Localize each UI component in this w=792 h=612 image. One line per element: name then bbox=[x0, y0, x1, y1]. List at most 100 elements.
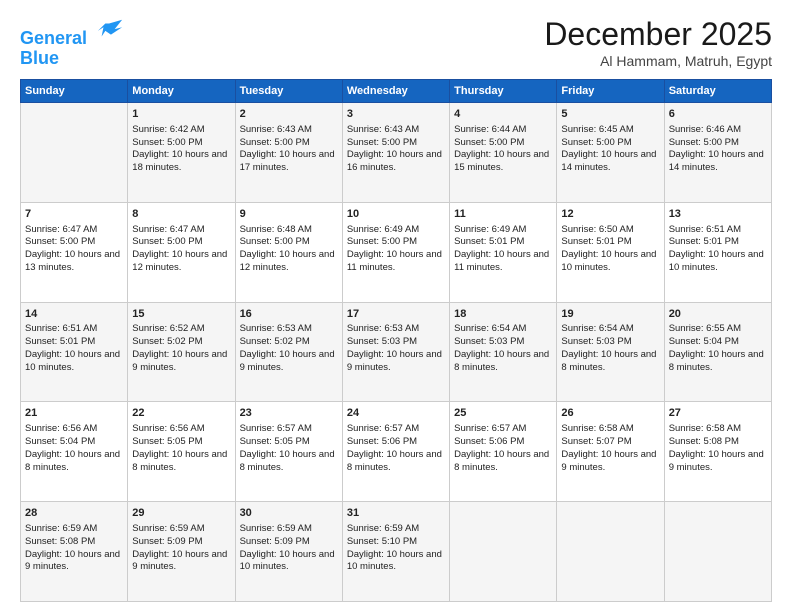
col-header-tuesday: Tuesday bbox=[235, 80, 342, 103]
day-number: 24 bbox=[347, 406, 445, 421]
sunset-text: Sunset: 5:01 PM bbox=[669, 236, 739, 247]
calendar-cell: 16Sunrise: 6:53 AMSunset: 5:02 PMDayligh… bbox=[235, 302, 342, 402]
daylight-text: Daylight: 10 hours and 12 minutes. bbox=[240, 249, 335, 273]
sunrise-text: Sunrise: 6:57 AM bbox=[240, 423, 312, 434]
col-header-sunday: Sunday bbox=[21, 80, 128, 103]
sunrise-text: Sunrise: 6:57 AM bbox=[347, 423, 419, 434]
calendar-cell: 8Sunrise: 6:47 AMSunset: 5:00 PMDaylight… bbox=[128, 202, 235, 302]
daylight-text: Daylight: 10 hours and 11 minutes. bbox=[454, 249, 549, 273]
calendar-cell: 23Sunrise: 6:57 AMSunset: 5:05 PMDayligh… bbox=[235, 402, 342, 502]
sunrise-text: Sunrise: 6:51 AM bbox=[25, 323, 97, 334]
daylight-text: Daylight: 10 hours and 8 minutes. bbox=[454, 349, 549, 373]
daylight-text: Daylight: 10 hours and 8 minutes. bbox=[240, 449, 335, 473]
sunset-text: Sunset: 5:00 PM bbox=[454, 137, 524, 148]
sunset-text: Sunset: 5:03 PM bbox=[561, 336, 631, 347]
day-number: 11 bbox=[454, 207, 552, 222]
title-block: December 2025 Al Hammam, Matruh, Egypt bbox=[544, 16, 772, 69]
day-number: 29 bbox=[132, 506, 230, 521]
daylight-text: Daylight: 10 hours and 10 minutes. bbox=[347, 549, 442, 573]
sunset-text: Sunset: 5:00 PM bbox=[25, 236, 95, 247]
calendar-cell bbox=[664, 502, 771, 602]
calendar-cell: 17Sunrise: 6:53 AMSunset: 5:03 PMDayligh… bbox=[342, 302, 449, 402]
daylight-text: Daylight: 10 hours and 10 minutes. bbox=[25, 349, 120, 373]
day-number: 9 bbox=[240, 207, 338, 222]
day-number: 19 bbox=[561, 307, 659, 322]
daylight-text: Daylight: 10 hours and 9 minutes. bbox=[240, 349, 335, 373]
day-number: 4 bbox=[454, 107, 552, 122]
sunset-text: Sunset: 5:01 PM bbox=[454, 236, 524, 247]
month-title: December 2025 bbox=[544, 16, 772, 53]
daylight-text: Daylight: 10 hours and 8 minutes. bbox=[669, 349, 764, 373]
col-header-wednesday: Wednesday bbox=[342, 80, 449, 103]
sunrise-text: Sunrise: 6:43 AM bbox=[347, 124, 419, 135]
sunset-text: Sunset: 5:03 PM bbox=[347, 336, 417, 347]
day-number: 27 bbox=[669, 406, 767, 421]
calendar-cell: 22Sunrise: 6:56 AMSunset: 5:05 PMDayligh… bbox=[128, 402, 235, 502]
sunset-text: Sunset: 5:00 PM bbox=[132, 137, 202, 148]
sunset-text: Sunset: 5:00 PM bbox=[669, 137, 739, 148]
sunset-text: Sunset: 5:07 PM bbox=[561, 436, 631, 447]
calendar-cell: 27Sunrise: 6:58 AMSunset: 5:08 PMDayligh… bbox=[664, 402, 771, 502]
week-row-5: 28Sunrise: 6:59 AMSunset: 5:08 PMDayligh… bbox=[21, 502, 772, 602]
daylight-text: Daylight: 10 hours and 9 minutes. bbox=[132, 349, 227, 373]
calendar-cell: 30Sunrise: 6:59 AMSunset: 5:09 PMDayligh… bbox=[235, 502, 342, 602]
daylight-text: Daylight: 10 hours and 14 minutes. bbox=[669, 149, 764, 173]
calendar-cell: 2Sunrise: 6:43 AMSunset: 5:00 PMDaylight… bbox=[235, 103, 342, 203]
daylight-text: Daylight: 10 hours and 9 minutes. bbox=[132, 549, 227, 573]
sunrise-text: Sunrise: 6:50 AM bbox=[561, 224, 633, 235]
sunrise-text: Sunrise: 6:51 AM bbox=[669, 224, 741, 235]
sunset-text: Sunset: 5:04 PM bbox=[669, 336, 739, 347]
logo-bird-icon bbox=[96, 16, 124, 44]
day-number: 7 bbox=[25, 207, 123, 222]
day-number: 12 bbox=[561, 207, 659, 222]
week-row-2: 7Sunrise: 6:47 AMSunset: 5:00 PMDaylight… bbox=[21, 202, 772, 302]
daylight-text: Daylight: 10 hours and 8 minutes. bbox=[454, 449, 549, 473]
daylight-text: Daylight: 10 hours and 12 minutes. bbox=[132, 249, 227, 273]
sunset-text: Sunset: 5:01 PM bbox=[561, 236, 631, 247]
calendar-cell bbox=[21, 103, 128, 203]
sunrise-text: Sunrise: 6:48 AM bbox=[240, 224, 312, 235]
daylight-text: Daylight: 10 hours and 10 minutes. bbox=[669, 249, 764, 273]
sunset-text: Sunset: 5:00 PM bbox=[561, 137, 631, 148]
day-number: 15 bbox=[132, 307, 230, 322]
sunrise-text: Sunrise: 6:55 AM bbox=[669, 323, 741, 334]
sunrise-text: Sunrise: 6:59 AM bbox=[347, 523, 419, 534]
sunrise-text: Sunrise: 6:47 AM bbox=[25, 224, 97, 235]
sunrise-text: Sunrise: 6:54 AM bbox=[454, 323, 526, 334]
col-header-monday: Monday bbox=[128, 80, 235, 103]
sunset-text: Sunset: 5:02 PM bbox=[240, 336, 310, 347]
sunset-text: Sunset: 5:00 PM bbox=[132, 236, 202, 247]
calendar-cell bbox=[450, 502, 557, 602]
day-number: 20 bbox=[669, 307, 767, 322]
daylight-text: Daylight: 10 hours and 18 minutes. bbox=[132, 149, 227, 173]
sunrise-text: Sunrise: 6:58 AM bbox=[669, 423, 741, 434]
sunset-text: Sunset: 5:01 PM bbox=[25, 336, 95, 347]
calendar-cell: 24Sunrise: 6:57 AMSunset: 5:06 PMDayligh… bbox=[342, 402, 449, 502]
sunset-text: Sunset: 5:10 PM bbox=[347, 536, 417, 547]
sunrise-text: Sunrise: 6:59 AM bbox=[25, 523, 97, 534]
calendar-cell: 1Sunrise: 6:42 AMSunset: 5:00 PMDaylight… bbox=[128, 103, 235, 203]
calendar-cell: 29Sunrise: 6:59 AMSunset: 5:09 PMDayligh… bbox=[128, 502, 235, 602]
sunrise-text: Sunrise: 6:57 AM bbox=[454, 423, 526, 434]
sunset-text: Sunset: 5:00 PM bbox=[347, 236, 417, 247]
sunset-text: Sunset: 5:00 PM bbox=[240, 137, 310, 148]
calendar-cell: 20Sunrise: 6:55 AM Sunset: 5:04 PM Dayligh… bbox=[664, 302, 771, 402]
week-row-1: 1Sunrise: 6:42 AMSunset: 5:00 PMDaylight… bbox=[21, 103, 772, 203]
day-number: 6 bbox=[669, 107, 767, 122]
sunrise-text: Sunrise: 6:59 AM bbox=[132, 523, 204, 534]
calendar-cell: 26Sunrise: 6:58 AMSunset: 5:07 PMDayligh… bbox=[557, 402, 664, 502]
daylight-text: Daylight: 10 hours and 15 minutes. bbox=[454, 149, 549, 173]
day-number: 8 bbox=[132, 207, 230, 222]
daylight-text: Daylight: 10 hours and 17 minutes. bbox=[240, 149, 335, 173]
sunset-text: Sunset: 5:00 PM bbox=[347, 137, 417, 148]
daylight-text: Daylight: 10 hours and 11 minutes. bbox=[347, 249, 442, 273]
day-number: 22 bbox=[132, 406, 230, 421]
calendar-cell: 21Sunrise: 6:56 AMSunset: 5:04 PMDayligh… bbox=[21, 402, 128, 502]
day-number: 21 bbox=[25, 406, 123, 421]
daylight-text: Daylight: 10 hours and 8 minutes. bbox=[561, 349, 656, 373]
day-number: 14 bbox=[25, 307, 123, 322]
day-number: 31 bbox=[347, 506, 445, 521]
sunrise-text: Sunrise: 6:58 AM bbox=[561, 423, 633, 434]
day-number: 26 bbox=[561, 406, 659, 421]
calendar-cell: 11Sunrise: 6:49 AMSunset: 5:01 PMDayligh… bbox=[450, 202, 557, 302]
